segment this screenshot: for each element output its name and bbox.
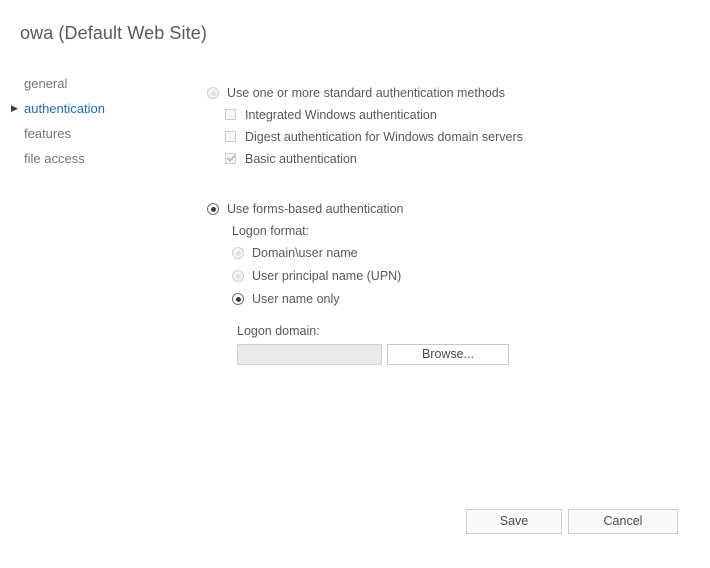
radio-user-name-only[interactable]: User name only [207,291,677,309]
radio-domain-user-name-label: Domain\user name [252,246,358,260]
radio-user-name-only-label: User name only [252,292,340,306]
checkbox-integrated-windows-auth-icon [225,109,236,120]
logon-domain-input[interactable] [237,344,382,365]
checkbox-integrated-windows-auth-label: Integrated Windows authentication [245,108,437,122]
checkbox-digest-auth[interactable]: Digest authentication for Windows domain… [207,129,677,147]
radio-standard-auth-icon [207,87,219,99]
sidebar-item-authentication[interactable]: ▶ authentication [0,96,190,121]
sidebar-nav: general ▶ authentication features file a… [0,71,190,171]
radio-standard-auth-label: Use one or more standard authentication … [227,86,505,100]
cancel-button[interactable]: Cancel [568,509,678,534]
radio-user-principal-name[interactable]: User principal name (UPN) [207,268,677,286]
checkbox-integrated-windows-auth[interactable]: Integrated Windows authentication [207,107,677,125]
browse-button[interactable]: Browse... [387,344,509,365]
sidebar-item-general[interactable]: general [0,71,190,96]
radio-user-principal-name-label: User principal name (UPN) [252,269,402,283]
radio-domain-user-name[interactable]: Domain\user name [207,245,677,263]
radio-user-principal-name-icon [232,270,244,282]
save-button[interactable]: Save [466,509,562,534]
checkbox-basic-auth-icon [225,153,236,164]
logon-domain-label: Logon domain: [237,324,320,338]
sidebar-item-label: authentication [24,101,105,116]
sidebar-item-label: file access [24,151,85,166]
radio-forms-based-auth-icon [207,203,219,215]
page-title: owa (Default Web Site) [20,23,207,43]
authentication-settings-panel: Use one or more standard authentication … [207,85,677,366]
sidebar-item-file-access[interactable]: file access [0,146,190,171]
checkbox-digest-auth-label: Digest authentication for Windows domain… [245,130,523,144]
caret-right-icon: ▶ [11,103,18,113]
checkbox-basic-auth[interactable]: Basic authentication [207,151,677,169]
sidebar-item-label: features [24,126,71,141]
sidebar-item-features[interactable]: features [0,121,190,146]
checkbox-digest-auth-icon [225,131,236,142]
footer-actions: Save Cancel [0,509,710,535]
logon-format-label: Logon format: [232,224,310,238]
radio-domain-user-name-icon [232,247,244,259]
radio-forms-based-auth[interactable]: Use forms-based authentication [207,201,677,219]
radio-standard-auth[interactable]: Use one or more standard authentication … [207,85,677,103]
logon-domain-row: Browse... [207,344,677,366]
radio-user-name-only-icon [232,293,244,305]
sidebar-item-label: general [24,76,68,91]
checkbox-basic-auth-label: Basic authentication [245,152,357,166]
radio-forms-based-auth-label: Use forms-based authentication [227,202,404,216]
